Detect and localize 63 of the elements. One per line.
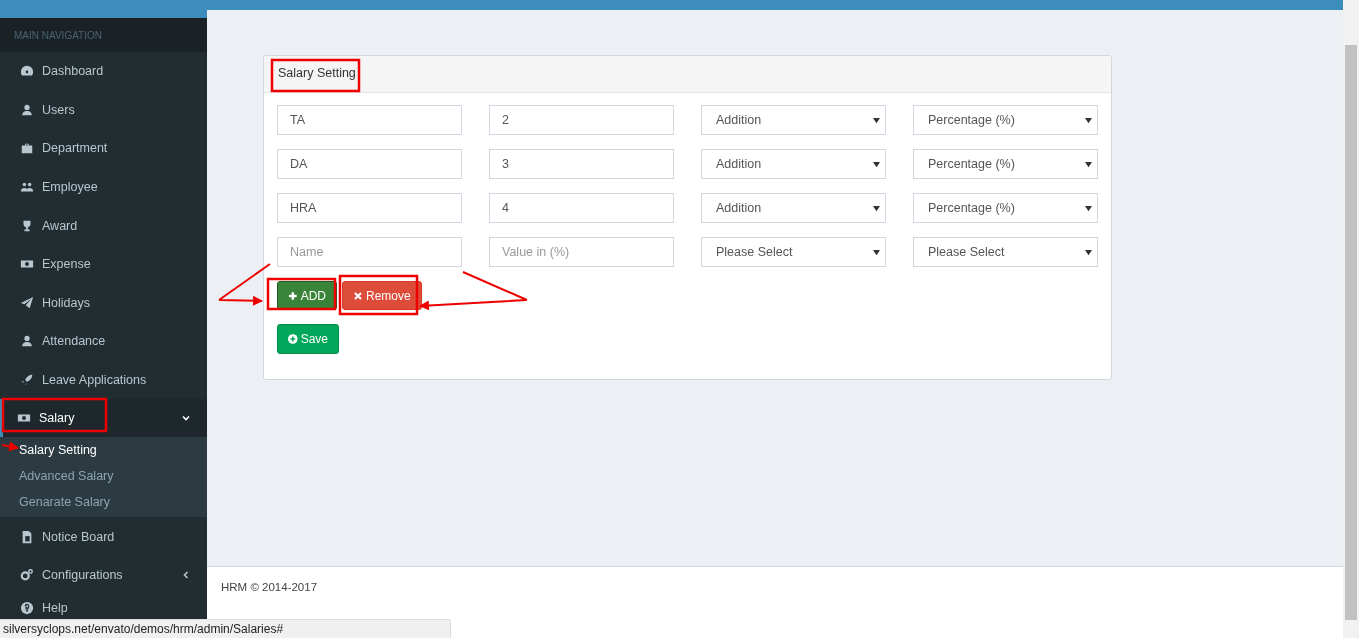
submenu-item[interactable]: Genarate Salary	[0, 489, 207, 516]
annotation-box	[266, 277, 337, 311]
paper-plane-icon	[20, 295, 34, 310]
copyright-text: HRM © 2014-2017	[221, 580, 318, 593]
dropdown-arrow-icon	[1085, 116, 1092, 124]
dropdown-arrow-icon	[1085, 204, 1092, 212]
sidebar-item[interactable]: Help	[0, 594, 207, 625]
link-url: silversyclops.net/envato/demos/hrm/admin/Salaries#	[3, 622, 284, 636]
unit-dropdown[interactable]: Please Select	[913, 237, 1098, 267]
sidebar-item[interactable]: Users	[0, 90, 207, 130]
briefcase-icon	[20, 141, 34, 156]
document-icon	[20, 529, 34, 544]
type-dropdown[interactable]: Please Select	[701, 237, 886, 267]
name-field[interactable]: HRA	[277, 193, 462, 223]
chevron-left-icon	[181, 570, 191, 581]
value-field[interactable]: 2	[489, 105, 674, 135]
scrollbar[interactable]	[1343, 0, 1359, 638]
unit-dropdown[interactable]: Percentage (%)	[913, 149, 1098, 179]
user-icon	[20, 334, 34, 349]
name-field[interactable]: TA	[277, 105, 462, 135]
name-field[interactable]: Name	[277, 237, 462, 267]
submenu-item[interactable]: Advanced Salary	[0, 463, 207, 490]
sidebar-item[interactable]: Leave Applications	[0, 360, 207, 400]
dropdown-arrow-icon	[873, 116, 880, 124]
plus-icon	[288, 290, 298, 301]
sidebar-item[interactable]: Attendance	[0, 322, 207, 361]
sidebar-item[interactable]: Notice Board	[0, 517, 207, 556]
sidebar-item[interactable]: Expense	[0, 244, 207, 284]
add-button[interactable]: ADD	[277, 281, 337, 310]
rocket-icon	[20, 373, 34, 388]
help-icon	[20, 600, 34, 615]
dropdown-arrow-icon	[873, 160, 880, 168]
sidebar-item[interactable]: Dashboard	[0, 52, 207, 91]
type-dropdown[interactable]: Addition	[701, 193, 886, 223]
submenu-item[interactable]: Salary Setting	[0, 437, 207, 464]
dropdown-arrow-icon	[873, 204, 880, 212]
unit-dropdown[interactable]: Percentage (%)	[913, 105, 1098, 135]
sidebar-item[interactable]: Configurations	[0, 555, 207, 595]
scrollbar-thumb[interactable]	[1345, 45, 1357, 620]
sidebar-item[interactable]: Holidays	[0, 283, 207, 323]
dropdown-arrow-icon	[873, 248, 880, 256]
close-icon	[353, 290, 363, 301]
gears-icon	[20, 568, 34, 583]
dropdown-arrow-icon	[1085, 160, 1092, 168]
sidebar-item[interactable]: Salary	[0, 399, 207, 438]
user-icon	[20, 102, 34, 117]
type-dropdown[interactable]: Addition	[701, 105, 886, 135]
type-dropdown[interactable]: Addition	[701, 149, 886, 179]
dropdown-arrow-icon	[1085, 248, 1092, 256]
name-field[interactable]: DA	[277, 149, 462, 179]
annotation-arrow	[1, 441, 19, 452]
sidebar-item[interactable]: Award	[0, 206, 207, 245]
section-header: MAIN NAVIGATION	[14, 29, 102, 41]
sidebar-item[interactable]: Employee	[0, 167, 207, 207]
unit-dropdown[interactable]: Percentage (%)	[913, 193, 1098, 223]
remove-button[interactable]: Remove	[342, 281, 422, 310]
sidebar-item[interactable]: Department	[0, 129, 207, 168]
annotation-arrow	[218, 263, 271, 306]
value-field[interactable]: 4	[489, 193, 674, 223]
value-field[interactable]: Value in (%)	[489, 237, 674, 267]
plus-circle-icon	[288, 334, 298, 344]
card-title: Salary Setting	[278, 66, 356, 80]
value-field[interactable]: 3	[489, 149, 674, 179]
